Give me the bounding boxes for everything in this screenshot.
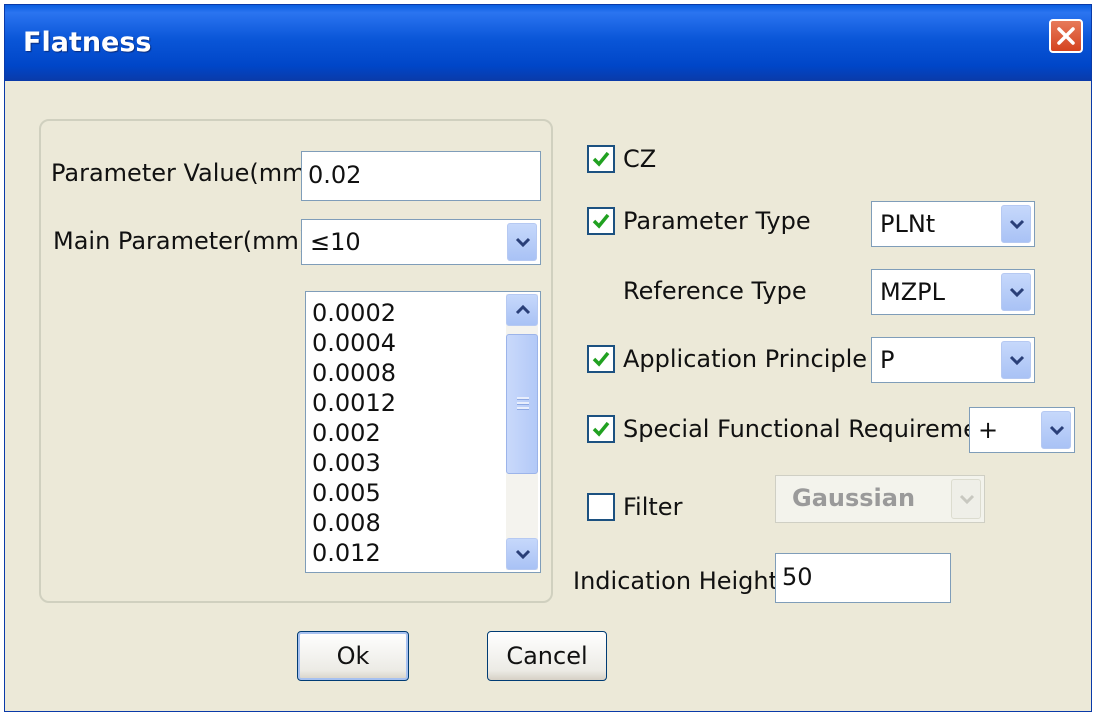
reference-type-value: MZPL (880, 278, 945, 306)
grip-line (517, 402, 529, 405)
list-item[interactable]: 0.002 (312, 418, 396, 448)
application-principle-label: Application Principle (623, 345, 868, 373)
chevron-down-icon[interactable] (1001, 341, 1031, 379)
filter-dropdown: Gaussian (775, 475, 985, 523)
filter-value: Gaussian (792, 484, 916, 512)
parameter-values-list[interactable]: 0.0002 0.0004 0.0008 0.0012 0.002 0.003 … (305, 291, 541, 573)
scroll-down-button[interactable] (506, 538, 538, 570)
chevron-down-icon[interactable] (507, 223, 537, 261)
list-items: 0.0002 0.0004 0.0008 0.0012 0.002 0.003 … (312, 298, 396, 568)
checkmark-icon (592, 351, 610, 367)
list-item[interactable]: 0.0004 (312, 328, 396, 358)
application-principle-value: P (880, 346, 895, 374)
vertical-scrollbar[interactable] (506, 294, 538, 570)
special-functional-requirement-checkbox[interactable] (587, 415, 615, 443)
reference-type-label: Reference Type (623, 277, 807, 305)
scroll-thumb[interactable] (506, 334, 538, 474)
list-item[interactable]: 0.0002 (312, 298, 396, 328)
application-principle-dropdown[interactable]: P (871, 337, 1035, 383)
parameter-type-dropdown[interactable]: PLNt (871, 201, 1035, 247)
chevron-down-icon (951, 479, 981, 519)
chevron-down-icon[interactable] (1001, 273, 1031, 311)
main-parameter-value: ≤10 (310, 228, 361, 256)
reference-type-dropdown[interactable]: MZPL (871, 269, 1035, 315)
checkmark-icon (592, 213, 610, 229)
indication-height-input[interactable]: 50 (775, 553, 951, 603)
parameter-value-label: Parameter Value(mm) (51, 159, 315, 187)
flatness-dialog: Flatness Parameter Value(mm) 0.02 Main P… (4, 4, 1092, 712)
cz-label: CZ (623, 145, 657, 173)
chevron-down-icon[interactable] (1041, 411, 1071, 449)
checkmark-icon (592, 421, 610, 437)
chevron-up-icon (515, 304, 531, 315)
parameter-type-value: PLNt (880, 210, 936, 238)
indication-height-label: Indication Height (573, 567, 779, 595)
window-title: Flatness (23, 27, 152, 58)
filter-checkbox[interactable] (587, 493, 615, 521)
list-item[interactable]: 0.012 (312, 538, 396, 568)
main-parameter-label: Main Parameter(mm) (53, 227, 309, 255)
close-icon (1057, 27, 1075, 45)
list-item[interactable]: 0.005 (312, 478, 396, 508)
cz-checkbox[interactable] (587, 145, 615, 173)
list-item[interactable]: 0.008 (312, 508, 396, 538)
filter-label: Filter (623, 493, 683, 521)
special-functional-requirement-dropdown[interactable]: + (969, 407, 1075, 453)
list-item[interactable]: 0.0008 (312, 358, 396, 388)
special-functional-requirement-value: + (978, 416, 999, 444)
main-parameter-dropdown[interactable]: ≤10 (301, 219, 541, 265)
chevron-down-icon (515, 549, 531, 560)
list-item[interactable]: 0.0012 (312, 388, 396, 418)
special-functional-requirement-label: Special Functional Requirement (623, 415, 1003, 443)
chevron-down-icon[interactable] (1001, 205, 1031, 243)
parameter-value-input[interactable]: 0.02 (301, 151, 541, 201)
parameter-type-label: Parameter Type (623, 207, 811, 235)
grip-line (517, 407, 529, 410)
cancel-button[interactable]: Cancel (487, 631, 607, 681)
list-item[interactable]: 0.003 (312, 448, 396, 478)
scroll-up-button[interactable] (506, 294, 538, 326)
grip-line (517, 397, 529, 400)
application-principle-checkbox[interactable] (587, 345, 615, 373)
title-bar[interactable]: Flatness (5, 5, 1091, 81)
ok-button[interactable]: Ok (297, 631, 409, 681)
parameter-type-checkbox[interactable] (587, 207, 615, 235)
close-button[interactable] (1049, 19, 1083, 53)
checkmark-icon (592, 151, 610, 167)
